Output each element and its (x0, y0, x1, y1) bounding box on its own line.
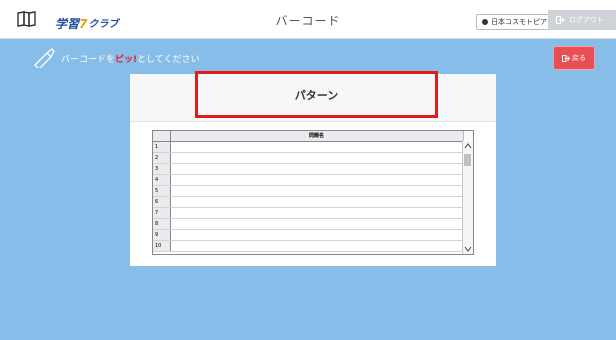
instruction-prefix: バーコードを (61, 54, 116, 65)
instruction-suffix: としてください (137, 54, 200, 65)
table-row[interactable]: 3 (153, 163, 473, 175)
logout-label: ログアウト (569, 16, 604, 24)
scroll-thumb[interactable] (464, 154, 471, 166)
table-row[interactable]: 1 (153, 141, 473, 153)
table-row[interactable]: 4 (153, 174, 473, 186)
logout-icon (556, 16, 565, 24)
table-scrollbar[interactable] (462, 141, 473, 254)
company-dot-icon (482, 19, 488, 25)
row-number: 10 (153, 240, 171, 252)
scroll-header (462, 131, 473, 142)
table-row[interactable]: 10 (153, 240, 473, 252)
row-number-header (153, 131, 171, 142)
row-number: 3 (153, 163, 171, 175)
row-number: 4 (153, 174, 171, 186)
pattern-label: パターン (294, 88, 339, 102)
question-name-cell (170, 174, 463, 186)
row-number: 1 (153, 141, 171, 153)
table-row[interactable]: 8 (153, 218, 473, 230)
logout-button[interactable]: ログアウト (548, 10, 616, 30)
table-row[interactable]: 9 (153, 229, 473, 241)
table-header-row: 問題名 (153, 131, 473, 142)
instruction-highlight: ピッ! (115, 54, 138, 65)
company-button[interactable]: 日本コスモトピア (476, 14, 553, 30)
scroll-down-icon[interactable] (464, 246, 472, 252)
question-name-cell (170, 218, 463, 230)
scan-instruction: バーコードを ピッ! としてください (33, 46, 200, 70)
row-number: 7 (153, 207, 171, 219)
column-header: 問題名 (170, 131, 463, 142)
question-table[interactable]: 問題名 1 2 3 4 5 6 7 8 9 10 (152, 130, 474, 255)
question-name-cell (170, 163, 463, 175)
table-row[interactable]: 6 (153, 196, 473, 208)
row-number: 9 (153, 229, 171, 241)
scroll-up-icon[interactable] (464, 143, 472, 149)
back-button[interactable]: 戻る (553, 46, 595, 70)
back-icon (562, 54, 570, 62)
scanner-icon (34, 48, 55, 68)
question-name-cell (170, 240, 463, 252)
question-name-cell (170, 207, 463, 219)
question-name-cell (170, 152, 463, 164)
question-name-cell (170, 141, 463, 153)
back-label: 戻る (572, 54, 586, 62)
pattern-title: パターン (195, 71, 438, 118)
table-row[interactable]: 7 (153, 207, 473, 219)
table-row[interactable]: 5 (153, 185, 473, 197)
row-number: 5 (153, 185, 171, 197)
table-row[interactable]: 2 (153, 152, 473, 164)
top-bar: 学習 7 クラブ バーコード 日本コスモトピア ログアウト (0, 0, 616, 39)
question-name-cell (170, 196, 463, 208)
question-name-cell (170, 185, 463, 197)
row-number: 6 (153, 196, 171, 208)
row-number: 2 (153, 152, 171, 164)
row-number: 8 (153, 218, 171, 230)
question-name-cell (170, 229, 463, 241)
company-button-label: 日本コスモトピア (491, 18, 547, 26)
